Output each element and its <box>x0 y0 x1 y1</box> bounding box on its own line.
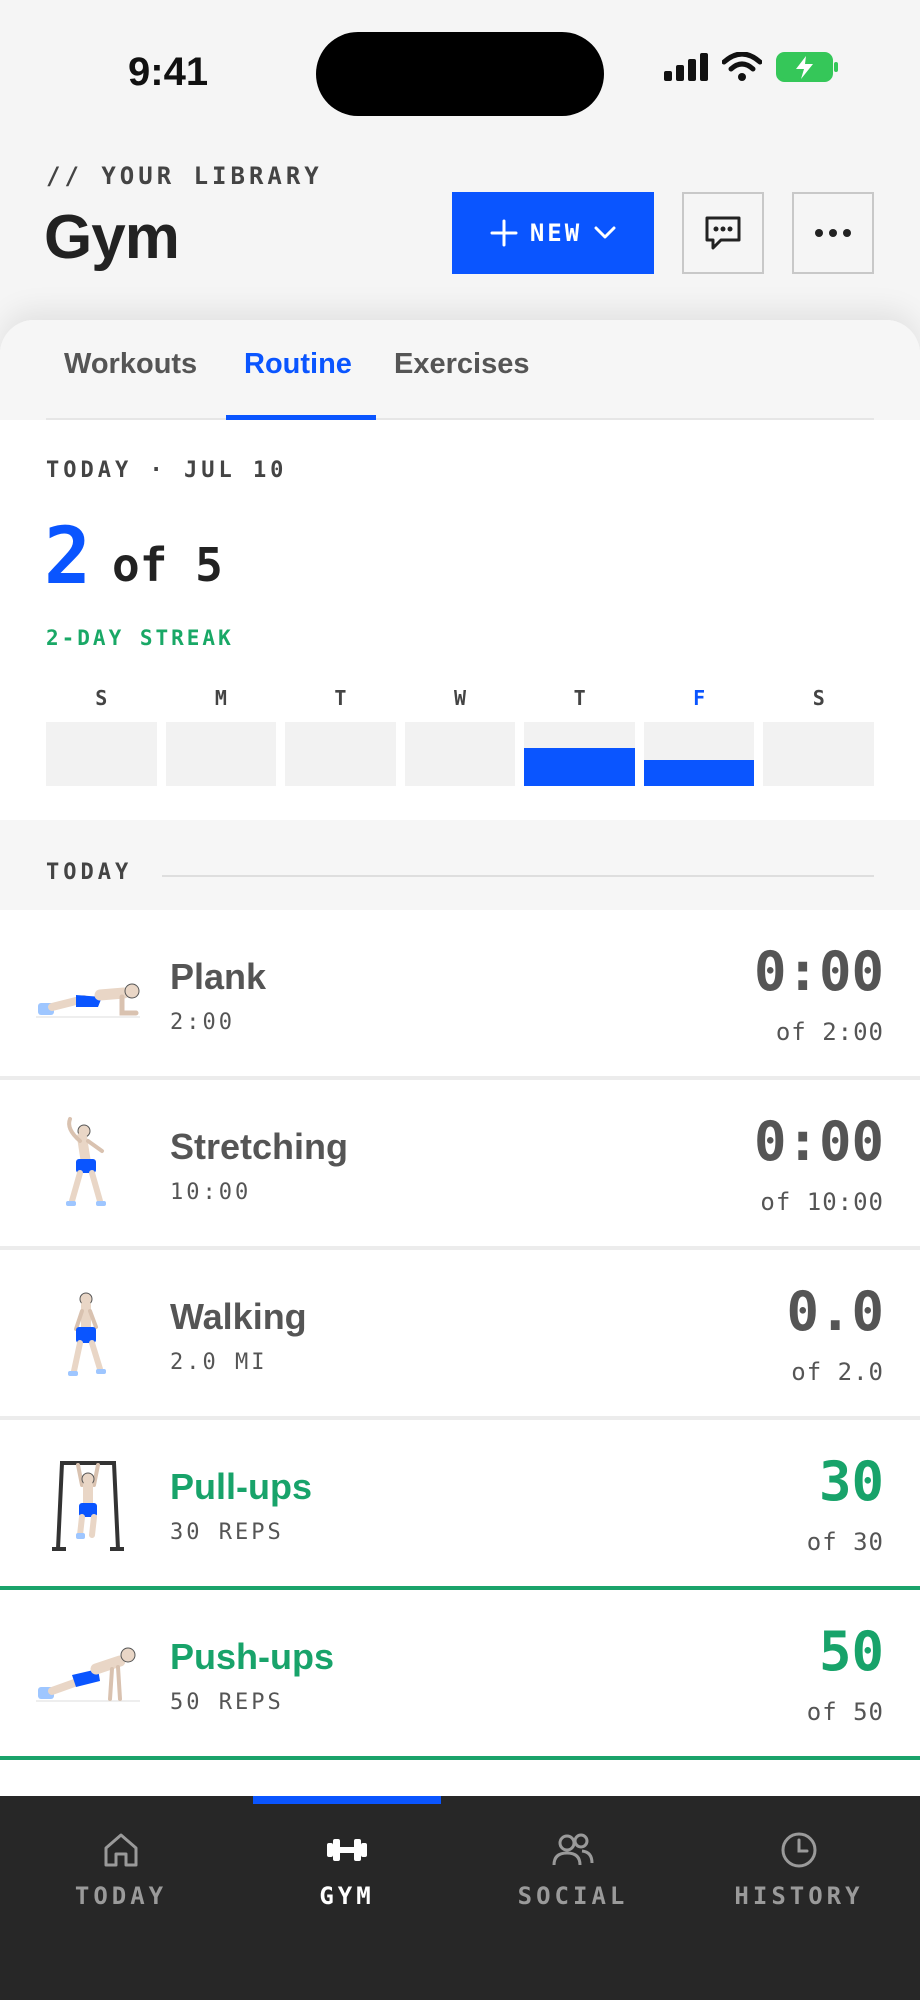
battery-charging-icon <box>776 52 838 82</box>
day-letter: S <box>812 686 825 710</box>
walking-figure-icon <box>68 1292 106 1376</box>
exercise-target: 2.0 MI <box>170 1350 268 1375</box>
exercise-goal: of 2:00 <box>775 1018 884 1046</box>
exercise-row[interactable]: Stretching 10:00 0:00 of 10:00 <box>0 1080 920 1250</box>
people-icon <box>552 1833 594 1866</box>
nav-label: TODAY <box>74 1882 168 1910</box>
nav-item-today[interactable]: TODAY <box>6 1830 236 1910</box>
wifi-icon <box>722 52 762 81</box>
nav-label: SOCIAL <box>517 1882 629 1910</box>
week-progress: S M T W T F S <box>46 686 875 786</box>
section-label: TODAY <box>46 860 133 885</box>
day-bar <box>763 722 875 786</box>
more-icon <box>815 229 851 237</box>
stretching-figure-icon <box>66 1117 106 1206</box>
nav-label: HISTORY <box>734 1882 864 1910</box>
week-day: T <box>285 686 396 786</box>
status-icons <box>664 52 840 82</box>
exercise-goal: of 2.0 <box>791 1358 884 1386</box>
exercise-name: Plank <box>170 956 267 997</box>
today-summary-card: TODAY · JUL 10 2 of 5 2-DAY STREAK S M T… <box>0 420 920 820</box>
exercise-name: Push-ups <box>170 1636 335 1677</box>
nav-item-social[interactable]: SOCIAL <box>458 1830 688 1910</box>
exercise-goal: of 30 <box>806 1528 884 1556</box>
chat-icon <box>705 216 741 250</box>
day-bar <box>524 722 635 786</box>
nav-label: GYM <box>319 1882 375 1910</box>
nav-item-gym[interactable]: GYM <box>232 1830 462 1910</box>
signal-icon <box>664 53 708 81</box>
nav-active-indicator <box>253 1796 441 1804</box>
section-divider <box>162 875 874 877</box>
day-letter: M <box>214 686 227 710</box>
nav-item-history[interactable]: HISTORY <box>684 1830 914 1910</box>
status-bar: 9:41 <box>0 0 920 150</box>
section-header: TODAY <box>0 820 920 910</box>
plank-figure-icon <box>36 983 140 1018</box>
dumbbell-icon <box>327 1839 367 1861</box>
more-button[interactable] <box>792 192 874 274</box>
day-letter: T <box>573 686 586 710</box>
bottom-nav: TODAY GYM SOCIAL HISTORY <box>0 1796 920 2000</box>
pushup-figure-icon <box>36 1647 140 1702</box>
tab-bar: Workouts Routine Exercises <box>0 320 920 420</box>
tab-exercises[interactable]: Exercises <box>394 348 529 381</box>
week-day: F <box>643 686 755 786</box>
week-day: W <box>404 686 516 786</box>
status-time: 9:41 <box>128 50 209 94</box>
total-count: of 5 <box>112 538 223 592</box>
exercise-target: 30 REPS <box>170 1520 284 1545</box>
day-fill <box>524 747 635 786</box>
week-day: S <box>46 686 157 786</box>
day-bar <box>46 722 157 786</box>
tab-routine[interactable]: Routine <box>244 348 352 381</box>
exercise-progress-value: 30 <box>818 1450 884 1513</box>
streak-label: 2-DAY STREAK <box>46 626 234 650</box>
exercise-progress-value: 0:00 <box>753 940 884 1003</box>
library-eyebrow: // YOUR LIBRARY <box>46 162 323 190</box>
day-bar <box>165 722 277 786</box>
page-title: Gym <box>44 203 180 272</box>
exercise-name: Walking <box>170 1296 307 1337</box>
dynamic-island <box>316 32 604 116</box>
exercise-row[interactable]: Plank 2:00 0:00 of 2:00 <box>0 910 920 1080</box>
home-icon <box>104 1833 138 1867</box>
exercise-target: 50 REPS <box>170 1690 284 1715</box>
exercise-target: 10:00 <box>170 1180 252 1205</box>
exercise-goal: of 50 <box>806 1698 884 1726</box>
day-letter: S <box>95 686 108 710</box>
week-day: S <box>763 686 875 786</box>
week-day: T <box>524 686 635 786</box>
day-bar <box>643 722 755 786</box>
exercise-progress-value: 50 <box>818 1620 884 1683</box>
pullup-figure-icon <box>52 1461 124 1551</box>
day-letter: T <box>334 686 347 710</box>
completed-count: 2 <box>44 512 91 602</box>
new-button[interactable]: NEW <box>452 192 654 274</box>
tab-workouts[interactable]: Workouts <box>64 348 197 381</box>
exercise-progress-value: 0.0 <box>786 1280 884 1343</box>
plus-icon <box>490 219 518 247</box>
chat-button[interactable] <box>682 192 764 274</box>
exercise-row[interactable]: Pull-ups 30 REPS 30 of 30 <box>0 1420 920 1590</box>
day-letter: W <box>454 686 467 710</box>
exercise-target: 2:00 <box>170 1010 235 1035</box>
day-letter: F <box>693 686 706 710</box>
exercise-progress-value: 0:00 <box>753 1110 884 1173</box>
clock-icon <box>781 1832 817 1868</box>
exercise-goal: of 10:00 <box>760 1188 884 1216</box>
date-label: TODAY · JUL 10 <box>46 458 288 483</box>
day-fill <box>643 760 755 786</box>
new-button-label: NEW <box>529 219 583 247</box>
exercise-row[interactable]: Walking 2.0 MI 0.0 of 2.0 <box>0 1250 920 1420</box>
day-bar <box>404 722 516 786</box>
exercise-name: Stretching <box>170 1126 349 1167</box>
day-bar <box>285 722 396 786</box>
library-sheet: Workouts Routine Exercises TODAY · JUL 1… <box>0 320 920 1800</box>
week-day: M <box>165 686 277 786</box>
exercise-name: Pull-ups <box>170 1466 312 1507</box>
exercise-row[interactable]: Push-ups 50 REPS 50 of 50 <box>0 1590 920 1760</box>
chevron-down-icon <box>594 226 616 239</box>
